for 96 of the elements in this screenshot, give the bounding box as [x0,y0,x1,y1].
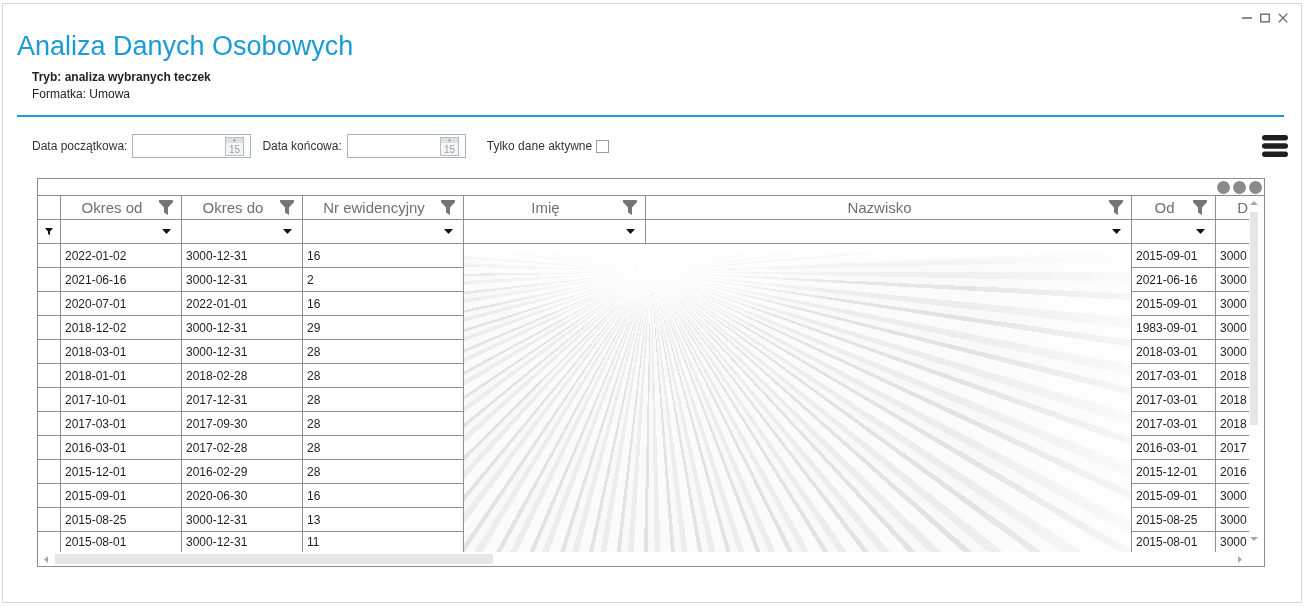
column-header[interactable]: D [1216,196,1249,220]
scrollbar-thumb[interactable] [55,554,493,564]
scrollbar-thumb[interactable] [1250,212,1258,425]
table-cell: 3000 [1216,292,1249,316]
table-cell: 2017 [1216,436,1249,460]
checkbox[interactable] [596,139,610,153]
table-cell: 11 [303,532,464,552]
table-cell: 16 [303,244,464,268]
table-cell: 2020-07-01 [61,292,182,316]
maximize-icon[interactable] [1260,12,1270,23]
table-cell: 2015-12-01 [1132,460,1216,484]
table-cell: 2018-02-28 [182,364,303,388]
table-cell: 28 [303,460,464,484]
field-label: Data końcowa: [262,139,342,153]
form-text: Formatka: Umowa [32,86,132,103]
up-arrow-icon[interactable] [1250,201,1258,205]
table-cell: 2015-08-25 [61,508,182,532]
table-cell: 2022-01-01 [182,292,303,316]
table-cell: 3000 [1216,340,1249,364]
table-cell: 2015-09-01 [1132,244,1216,268]
table-cell: 2016-03-01 [1132,436,1216,460]
table-cell: 28 [303,436,464,460]
table-cell: 2017-02-28 [182,436,303,460]
funnel-icon[interactable] [45,228,53,235]
column-header[interactable]: Okres od [61,196,182,220]
table-cell: 3000-12-31 [182,244,303,268]
mode-text: Tryb: analiza wybranych teczek [32,69,212,86]
caret-icon[interactable] [162,229,171,234]
table-cell: 2017-12-31 [182,388,303,412]
table-cell: 2017-03-01 [1132,388,1216,412]
down-arrow-icon[interactable] [1250,537,1258,541]
table-cell: 28 [303,340,464,364]
table-cell: 2016-03-01 [61,436,182,460]
table-cell: 3000-12-31 [182,340,303,364]
table-cell: 28 [303,388,464,412]
menu-icon[interactable] [1262,135,1288,157]
more-options-icon[interactable] [1217,180,1262,194]
left-arrow-icon[interactable] [44,555,48,563]
column-header[interactable]: Nazwisko [646,196,1132,220]
table-cell: 3000 [1216,508,1249,532]
table-cell: 2017-09-30 [182,412,303,436]
table-cell: 2015-12-01 [61,460,182,484]
table-cell: 2 [303,268,464,292]
table-cell: 3000 [1216,244,1249,268]
table-cell: 2018-01-01 [61,364,182,388]
table-cell: 3000-12-31 [182,508,303,532]
table-cell: 13 [303,508,464,532]
table-cell: 2016-02-29 [182,460,303,484]
table-cell: 3000-12-31 [182,316,303,340]
page-title: Analiza Danych Osobowych [17,30,355,62]
checkbox-label: Tylko dane aktywne [486,139,593,153]
column-header[interactable]: Okres do [182,196,303,220]
field-label: Data początkowa: [32,139,128,153]
table-cell: 2020-06-30 [182,484,303,508]
table-cell: 2018-03-01 [61,340,182,364]
table-cell: 2017-03-01 [1132,364,1216,388]
column-header[interactable]: Nr ewidencyjny [303,196,464,220]
table-cell: 28 [303,412,464,436]
table-cell: 3000-12-31 [182,268,303,292]
table-cell: 2015-09-01 [61,484,182,508]
table-cell: 2018 [1216,388,1249,412]
table-cell: 3000 [1216,316,1249,340]
table-cell: 2016 [1216,460,1249,484]
caret-icon[interactable] [626,229,635,234]
caret-icon[interactable] [283,229,292,234]
table-cell: 2018 [1216,412,1249,436]
table-cell: 3000 [1216,268,1249,292]
table-cell: 2018-12-02 [61,316,182,340]
table-cell: 2015-08-25 [1132,508,1216,532]
column-header[interactable]: Imię [464,196,646,220]
caret-icon[interactable] [1196,229,1205,234]
table-cell: 2015-09-01 [1132,484,1216,508]
table-cell: 3000 [1216,484,1249,508]
table-cell: 16 [303,484,464,508]
right-arrow-icon[interactable] [1238,555,1242,563]
table-cell: 28 [303,364,464,388]
table-cell: 2021-06-16 [61,268,182,292]
table-cell: 29 [303,316,464,340]
table-cell-text: 3000 [1219,534,1248,551]
caret-icon[interactable] [1112,229,1121,234]
table-cell: 2018 [1216,364,1249,388]
table-cell: 2015-09-01 [1132,292,1216,316]
column-header[interactable]: Od [1132,196,1216,220]
caret-icon[interactable] [444,229,453,234]
table-cell: 3000-12-31 [182,532,303,552]
table-cell: 2021-06-16 [1132,268,1216,292]
table-cell: 1983-09-01 [1132,316,1216,340]
table-cell: 2022-01-02 [61,244,182,268]
table-cell: 2017-03-01 [1132,412,1216,436]
table-cell: 2017-10-01 [61,388,182,412]
table-cell: 2015-08-01 [61,532,182,552]
table-cell: 2018-03-01 [1132,340,1216,364]
close-icon[interactable] [1278,12,1288,23]
table-cell: 16 [303,292,464,316]
table-cell: 2015-08-01 [1132,532,1216,552]
table-cell: 2017-03-01 [61,412,182,436]
